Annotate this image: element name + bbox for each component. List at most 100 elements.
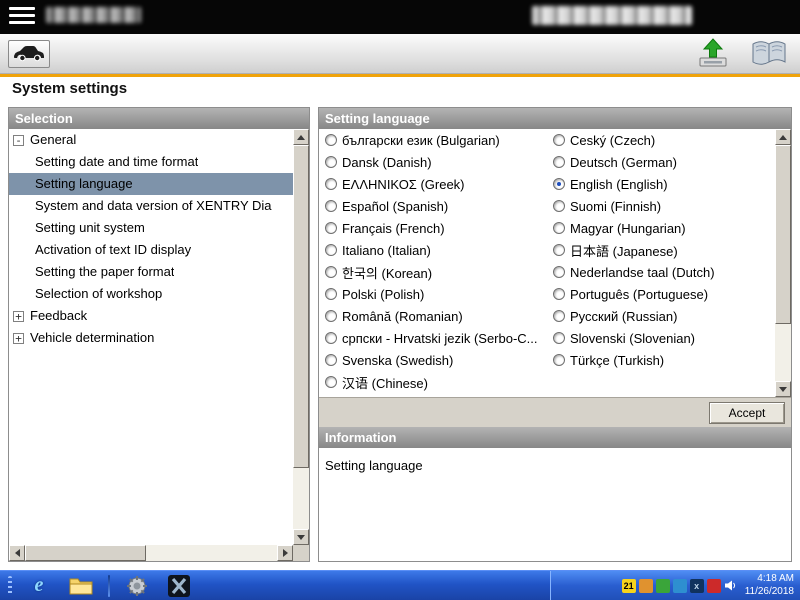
radio-icon[interactable]: [553, 134, 565, 146]
collapse-icon[interactable]: -: [13, 135, 24, 146]
export-icon: [696, 38, 730, 71]
radio-icon[interactable]: [553, 200, 565, 212]
tree-item[interactable]: Setting language: [9, 173, 293, 195]
radio-selected-icon[interactable]: [553, 178, 565, 190]
radio-icon[interactable]: [553, 266, 565, 278]
radio-icon[interactable]: [325, 244, 337, 256]
folder-icon[interactable]: [66, 573, 96, 599]
scroll-up-button[interactable]: [775, 129, 791, 145]
language-option[interactable]: Deutsch (German): [547, 151, 775, 173]
tree-item-label: Feedback: [30, 305, 87, 327]
radio-icon[interactable]: [325, 156, 337, 168]
language-option[interactable]: 한국의 (Korean): [319, 261, 547, 283]
radio-icon[interactable]: [553, 244, 565, 256]
language-option[interactable]: Dansk (Danish): [319, 151, 547, 173]
radio-icon[interactable]: [553, 310, 565, 322]
language-option[interactable]: Türkçe (Turkish): [547, 349, 775, 371]
language-option[interactable]: 汉语 (Chinese): [319, 371, 547, 393]
scroll-track[interactable]: [775, 145, 791, 381]
scroll-thumb[interactable]: [293, 145, 309, 468]
radio-icon[interactable]: [553, 354, 565, 366]
alert-icon[interactable]: [707, 579, 721, 593]
radio-icon[interactable]: [325, 178, 337, 190]
xentry-icon[interactable]: [164, 573, 194, 599]
language-option[interactable]: български език (Bulgarian): [319, 129, 547, 151]
volume-icon[interactable]: [724, 579, 738, 593]
hamburger-menu-icon[interactable]: [9, 7, 35, 27]
language-option[interactable]: Polski (Polish): [319, 283, 547, 305]
calendar-icon[interactable]: 21: [622, 579, 636, 593]
scroll-track[interactable]: [25, 545, 277, 561]
tree-item-label: Setting unit system: [35, 217, 145, 239]
network-icon[interactable]: [673, 579, 687, 593]
tree-item[interactable]: Setting the paper format: [9, 261, 293, 283]
language-option-label: Español (Spanish): [342, 199, 448, 214]
internet-explorer-icon[interactable]: e: [24, 573, 54, 599]
radio-icon[interactable]: [325, 222, 337, 234]
expand-icon[interactable]: +: [13, 333, 24, 344]
xentry-tray-icon[interactable]: x: [690, 579, 704, 593]
export-button[interactable]: [692, 38, 734, 70]
radio-icon[interactable]: [325, 134, 337, 146]
tree-item-label: System and data version of XENTRY Dia: [35, 195, 272, 217]
language-option[interactable]: Português (Portuguese): [547, 283, 775, 305]
language-option-label: Suomi (Finnish): [570, 199, 661, 214]
scroll-thumb[interactable]: [775, 145, 791, 324]
tree-item[interactable]: Setting unit system: [9, 217, 293, 239]
language-option[interactable]: English (English): [547, 173, 775, 195]
tree-item[interactable]: Activation of text ID display: [9, 239, 293, 261]
scroll-right-button[interactable]: [277, 545, 293, 561]
information-panel-title: Information: [325, 430, 397, 445]
scroll-track[interactable]: [293, 145, 309, 529]
radio-icon[interactable]: [325, 310, 337, 322]
language-option[interactable]: Suomi (Finnish): [547, 195, 775, 217]
car-icon: [13, 44, 45, 65]
language-vertical-scrollbar[interactable]: [775, 129, 791, 397]
radio-icon[interactable]: [325, 200, 337, 212]
accept-button[interactable]: Accept: [709, 402, 785, 424]
radio-icon[interactable]: [325, 332, 337, 344]
language-option[interactable]: Română (Romanian): [319, 305, 547, 327]
scroll-down-button[interactable]: [775, 381, 791, 397]
tree-item[interactable]: System and data version of XENTRY Dia: [9, 195, 293, 217]
radio-icon[interactable]: [325, 354, 337, 366]
scroll-down-button[interactable]: [293, 529, 309, 545]
language-option[interactable]: Nederlandse taal (Dutch): [547, 261, 775, 283]
language-option[interactable]: 日本語 (Japanese): [547, 239, 775, 261]
radio-icon[interactable]: [325, 288, 337, 300]
radio-icon[interactable]: [325, 266, 337, 278]
tree-item[interactable]: Selection of workshop: [9, 283, 293, 305]
security-icon[interactable]: [639, 579, 653, 593]
taskbar-grip[interactable]: [8, 576, 12, 596]
radio-icon[interactable]: [553, 288, 565, 300]
language-option[interactable]: Ceský (Czech): [547, 129, 775, 151]
radio-icon[interactable]: [553, 332, 565, 344]
language-option[interactable]: Slovenski (Slovenian): [547, 327, 775, 349]
scroll-left-button[interactable]: [9, 545, 25, 561]
radio-icon[interactable]: [553, 156, 565, 168]
status-icon[interactable]: [656, 579, 670, 593]
system-tool-icon[interactable]: [122, 573, 152, 599]
tree-item[interactable]: + Feedback: [9, 305, 293, 327]
vehicle-button[interactable]: [8, 40, 50, 68]
radio-icon[interactable]: [553, 222, 565, 234]
language-option[interactable]: Magyar (Hungarian): [547, 217, 775, 239]
language-option[interactable]: Français (French): [319, 217, 547, 239]
selection-horizontal-scrollbar[interactable]: [9, 545, 293, 561]
language-option[interactable]: Italiano (Italian): [319, 239, 547, 261]
tree-item[interactable]: Setting date and time format: [9, 151, 293, 173]
language-option[interactable]: српски - Hrvatski jezik (Serbo-C...: [319, 327, 547, 349]
language-option[interactable]: Español (Spanish): [319, 195, 547, 217]
language-option[interactable]: Svenska (Swedish): [319, 349, 547, 371]
selection-vertical-scrollbar[interactable]: [293, 129, 309, 545]
scroll-up-button[interactable]: [293, 129, 309, 145]
scroll-thumb[interactable]: [25, 545, 146, 561]
radio-icon[interactable]: [325, 376, 337, 388]
language-option[interactable]: ΕΛΛΗΝΙΚΟΣ (Greek): [319, 173, 547, 195]
language-option[interactable]: Русский (Russian): [547, 305, 775, 327]
tree-item[interactable]: +Vehicle determination: [9, 327, 293, 349]
tree-item[interactable]: -General: [9, 129, 293, 151]
taskbar-clock[interactable]: 4:18 AM 11/26/2018: [745, 573, 794, 598]
manual-button[interactable]: [748, 38, 790, 70]
expand-icon[interactable]: +: [13, 311, 24, 322]
